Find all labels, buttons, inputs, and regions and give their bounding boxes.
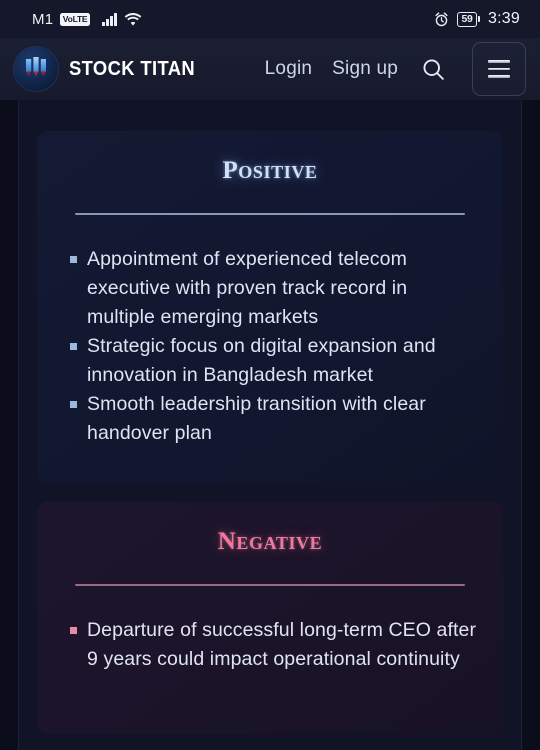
signup-link[interactable]: Sign up [332,58,398,80]
clock-time: 3:39 [488,10,520,27]
hamburger-menu-icon[interactable] [472,42,526,96]
stock-titan-logo-icon [14,47,58,91]
negative-bullet-list: Departure of successful long-term CEO af… [61,616,479,674]
positive-card-divider [75,213,465,215]
volte-badge: VoLTE [60,12,90,26]
login-link[interactable]: Login [265,58,313,80]
status-bar-left: M1 VoLTE [16,11,142,28]
wifi-icon [124,12,142,26]
negative-card: Negative Departure of successful long-te… [37,502,503,734]
signal-bars-icon [101,13,117,26]
status-bar-right: 59 3:39 [434,10,524,28]
page-body: Positive Appointment of experienced tele… [0,100,540,750]
positive-bullet-list: Appointment of experienced telecom execu… [61,245,479,448]
alarm-clock-icon [434,11,449,27]
content-container: Positive Appointment of experienced tele… [18,100,522,750]
battery-indicator: 59 [457,11,481,27]
carrier-label: M1 [32,10,54,28]
list-item: Departure of successful long-term CEO af… [70,616,479,674]
negative-card-divider [75,584,465,586]
status-bar: M1 VoLTE 59 3:39 [0,0,540,38]
brand-name-label: STOCK TITAN [69,57,196,80]
search-icon[interactable] [418,54,448,84]
positive-card-title: Positive [222,157,318,184]
battery-tip [478,16,481,22]
brand-home-link[interactable]: STOCK TITAN [14,47,206,91]
header-nav: Login Sign up [265,42,526,96]
site-header: STOCK TITAN Login Sign up [0,38,540,100]
list-item: Appointment of experienced telecom execu… [70,245,479,332]
battery-percent-label: 59 [457,11,477,27]
positive-card: Positive Appointment of experienced tele… [37,131,503,484]
negative-card-title: Negative [217,528,323,555]
list-item: Strategic focus on digital expansion and… [70,332,479,390]
list-item: Smooth leadership transition with clear … [70,390,479,448]
